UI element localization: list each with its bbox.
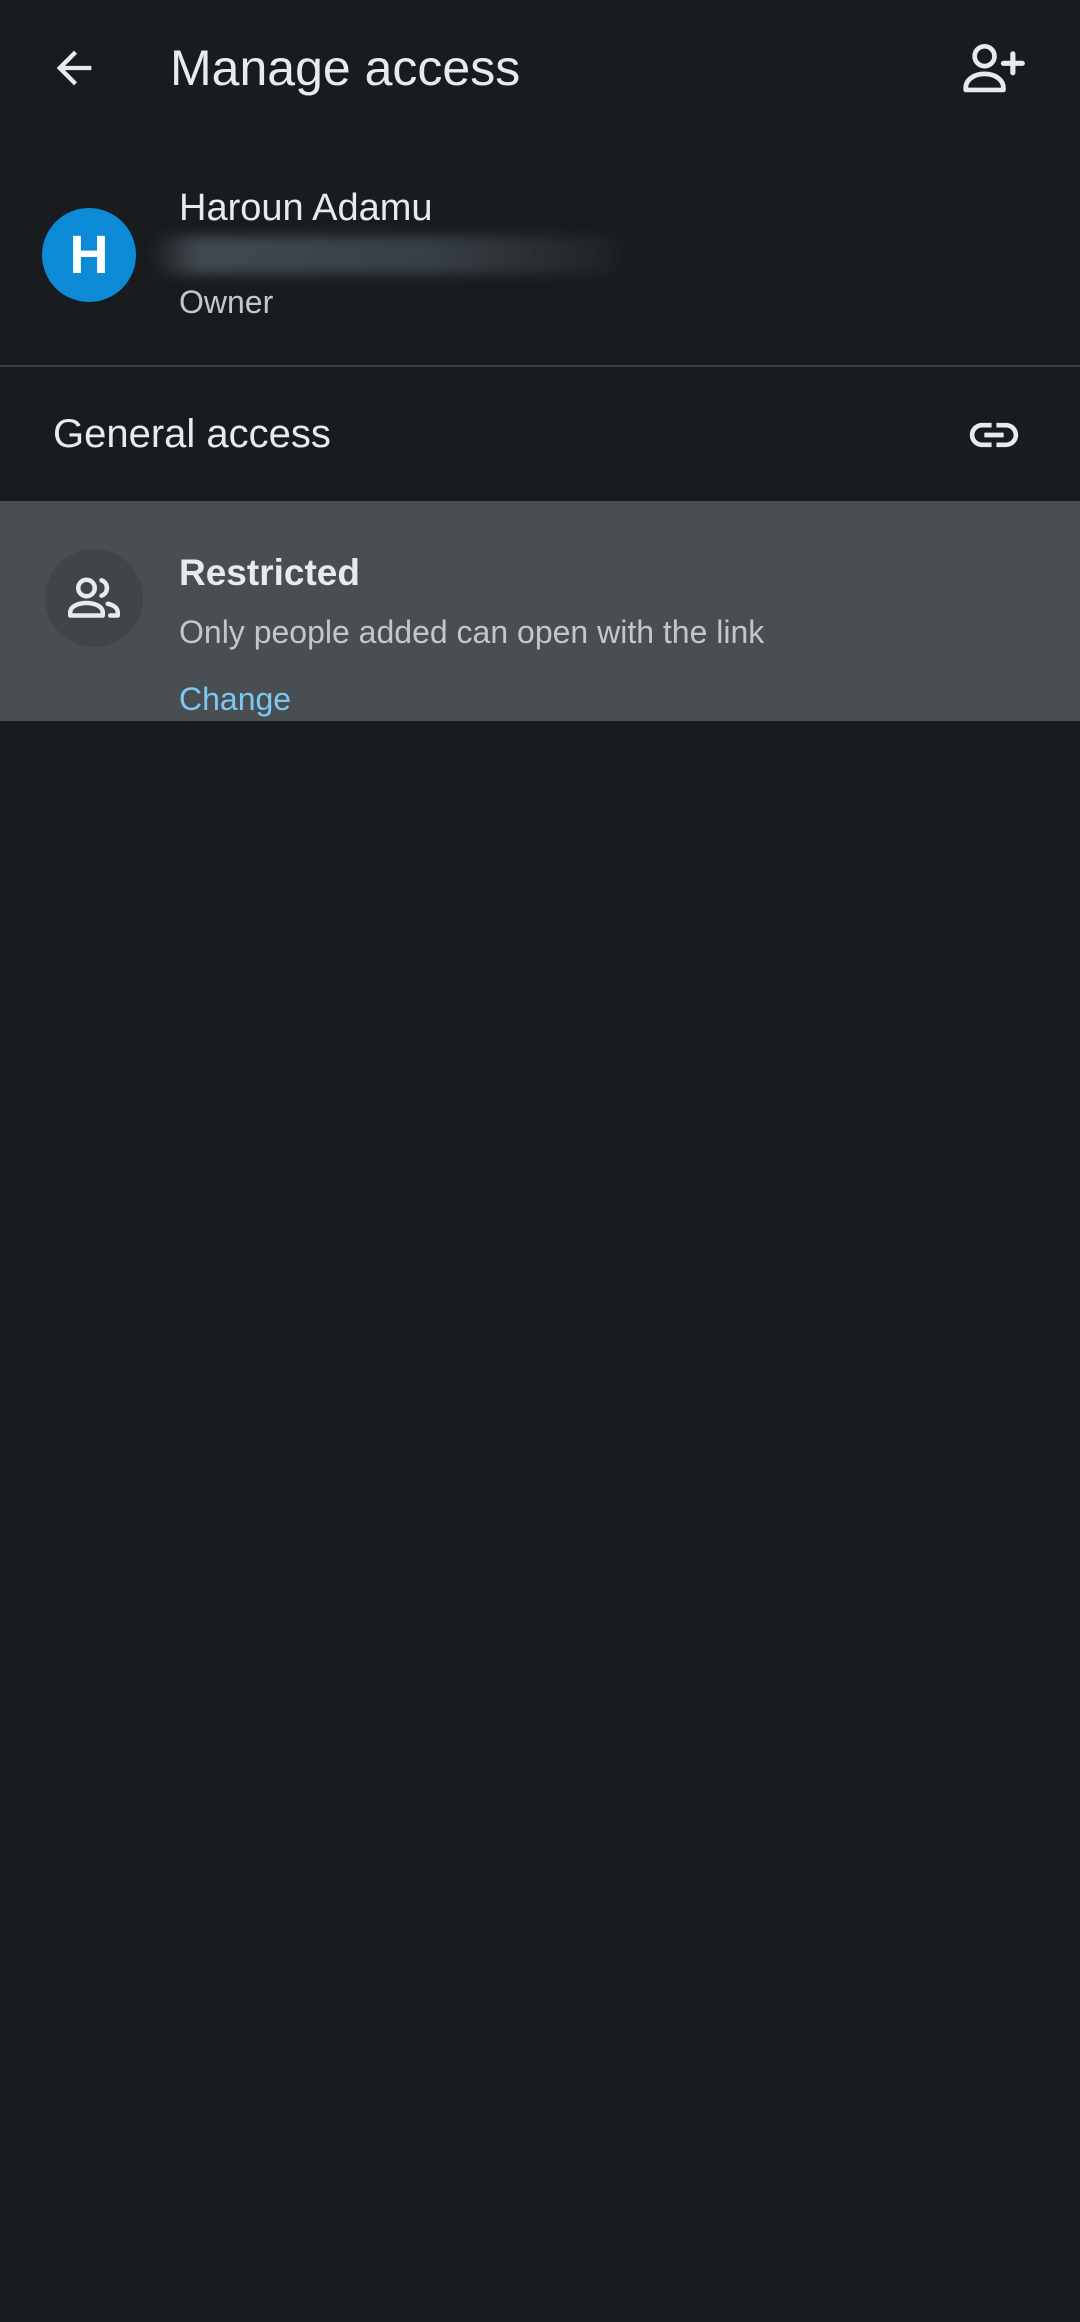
- owner-row[interactable]: H Haroun Adamu Owner: [0, 170, 1080, 366]
- add-person-button[interactable]: [952, 30, 1036, 106]
- link-icon: [969, 422, 1019, 448]
- general-access-title: General access: [53, 412, 331, 456]
- person-add-icon: [963, 43, 1025, 93]
- general-access-header: General access: [0, 367, 1080, 501]
- back-button[interactable]: [36, 30, 112, 106]
- owner-email-redacted: [150, 236, 620, 274]
- page-title: Manage access: [170, 40, 521, 96]
- avatar: H: [42, 208, 136, 302]
- people-icon: [68, 577, 120, 618]
- general-access-setting-row[interactable]: Restricted Only people added can open wi…: [0, 501, 1080, 721]
- arrow-left-icon: [56, 50, 92, 86]
- people-icon-container: [45, 549, 143, 647]
- change-access-button[interactable]: Change: [179, 677, 291, 721]
- access-level-label: Restricted: [179, 552, 360, 593]
- copy-link-button[interactable]: [956, 397, 1032, 473]
- owner-role: Owner: [179, 284, 274, 320]
- owner-name: Haroun Adamu: [179, 187, 433, 229]
- top-app-bar: Manage access: [0, 0, 1080, 136]
- manage-access-screen: Manage access H Haroun Adamu Owner Gener…: [0, 0, 1080, 2322]
- access-level-description: Only people added can open with the link: [179, 614, 765, 650]
